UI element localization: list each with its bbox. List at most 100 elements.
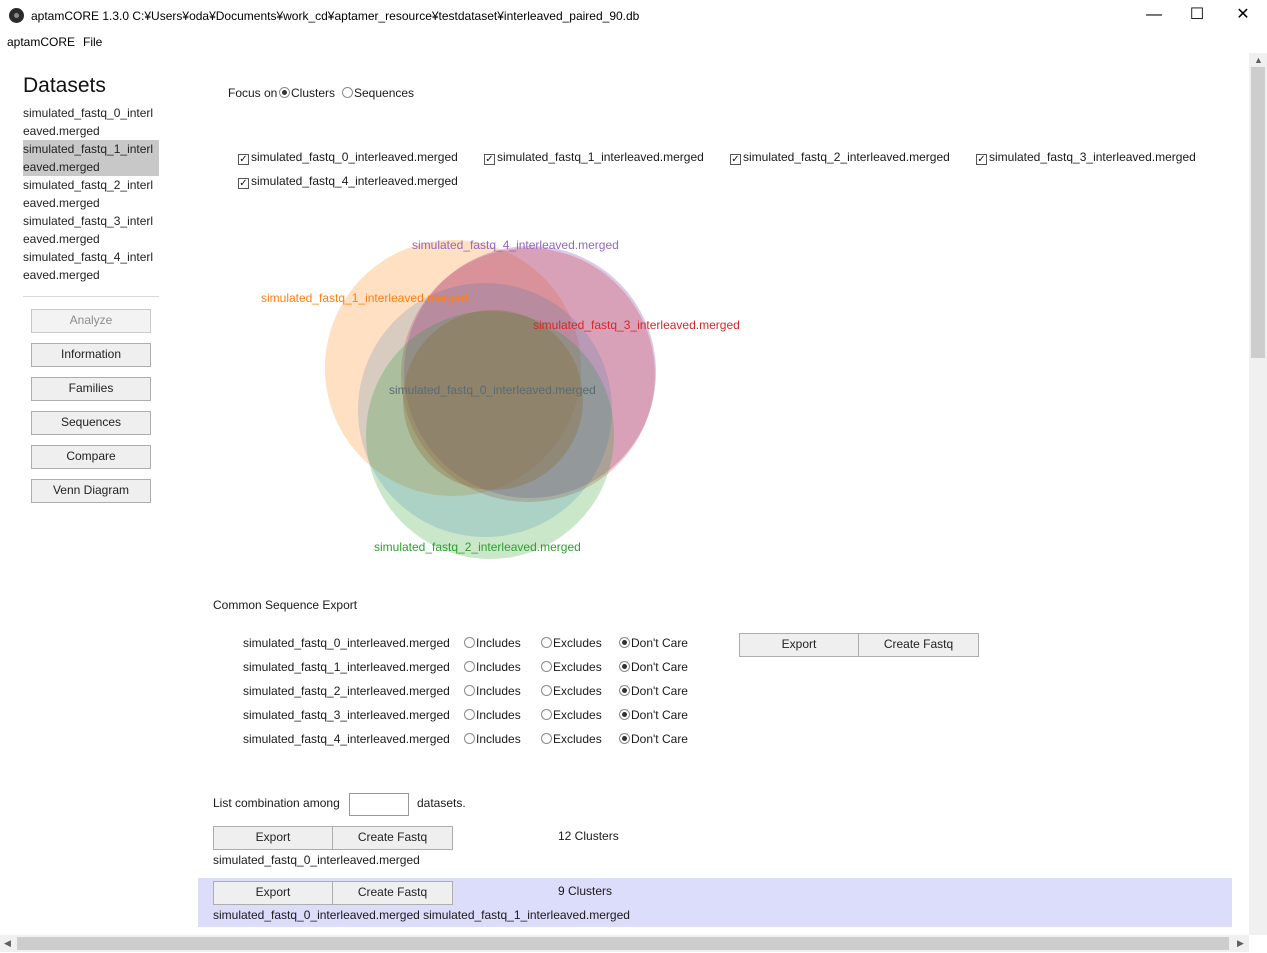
result-export-button[interactable]: Export (213, 826, 333, 850)
includes-radio[interactable]: Includes (464, 636, 521, 650)
dont-care-radio[interactable]: Don't Care (619, 732, 688, 746)
radio-icon (619, 661, 630, 672)
combination-count-input[interactable] (349, 793, 409, 816)
includes-radio[interactable]: Includes (464, 708, 521, 722)
dataset-checkbox-label: simulated_fastq_0_interleaved.merged (251, 150, 458, 164)
radio-icon (464, 733, 475, 744)
dataset-checkbox-label: simulated_fastq_2_interleaved.merged (743, 150, 950, 164)
export-row-label: simulated_fastq_2_interleaved.merged (243, 684, 450, 698)
families-button[interactable]: Families (31, 377, 151, 401)
includes-radio[interactable]: Includes (464, 684, 521, 698)
dataset-checkbox[interactable]: ✓ simulated_fastq_4_interleaved.merged (238, 174, 458, 189)
radio-icon (619, 709, 630, 720)
dont-care-radio[interactable]: Don't Care (619, 708, 688, 722)
venn-center (403, 310, 583, 490)
radio-icon (619, 733, 630, 744)
excludes-label: Excludes (553, 684, 602, 698)
menu-bar: aptamCORE File (0, 31, 1267, 53)
dataset-checkbox[interactable]: ✓ simulated_fastq_2_interleaved.merged (730, 150, 950, 165)
focus-clusters-radio[interactable]: Clusters (279, 86, 335, 100)
sidebar-divider (23, 296, 159, 297)
includes-label: Includes (476, 732, 521, 746)
dataset-checkbox[interactable]: ✓ simulated_fastq_3_interleaved.merged (976, 150, 1196, 165)
export-row-label: simulated_fastq_1_interleaved.merged (243, 660, 450, 674)
dataset-item-selected[interactable]: simulated_fastq_1_interleaved.merged (23, 140, 159, 176)
excludes-label: Excludes (553, 636, 602, 650)
focus-sequences-radio[interactable]: Sequences (342, 86, 414, 100)
radio-icon (541, 733, 552, 744)
excludes-label: Excludes (553, 708, 602, 722)
sequences-button[interactable]: Sequences (31, 411, 151, 435)
dataset-checkbox[interactable]: ✓ simulated_fastq_1_interleaved.merged (484, 150, 704, 165)
window-title: aptamCORE 1.3.0 C:¥Users¥oda¥Documents¥w… (31, 9, 640, 23)
result-create-fastq-button[interactable]: Create Fastq (332, 826, 453, 850)
excludes-radio[interactable]: Excludes (541, 636, 602, 650)
scroll-right-icon[interactable]: ▶ (1237, 938, 1244, 949)
excludes-radio[interactable]: Excludes (541, 660, 602, 674)
dont-care-radio[interactable]: Don't Care (619, 684, 688, 698)
dataset-item[interactable]: simulated_fastq_2_interleaved.merged (23, 176, 159, 212)
venn-label-1: simulated_fastq_1_interleaved.merged (261, 291, 468, 305)
vertical-scroll-thumb[interactable] (1251, 67, 1265, 358)
excludes-radio[interactable]: Excludes (541, 708, 602, 722)
dataset-checkbox-label: simulated_fastq_3_interleaved.merged (989, 150, 1196, 164)
result-create-fastq-button[interactable]: Create Fastq (332, 881, 453, 905)
result-datasets: simulated_fastq_0_interleaved.merged sim… (213, 908, 630, 922)
includes-radio[interactable]: Includes (464, 732, 521, 746)
radio-icon (464, 637, 475, 648)
includes-label: Includes (476, 684, 521, 698)
venn-label-3: simulated_fastq_3_interleaved.merged (533, 318, 740, 332)
radio-icon (464, 685, 475, 696)
information-button[interactable]: Information (31, 343, 151, 367)
excludes-radio[interactable]: Excludes (541, 684, 602, 698)
combination-label: List combination among (213, 796, 340, 810)
includes-radio[interactable]: Includes (464, 660, 521, 674)
dont-care-label: Don't Care (631, 660, 688, 674)
dataset-item[interactable]: simulated_fastq_0_interleaved.merged (23, 104, 159, 140)
vertical-scrollbar[interactable]: ▲ (1249, 53, 1267, 935)
maximize-button[interactable]: ☐ (1174, 0, 1220, 31)
datasets-heading: Datasets (23, 74, 106, 97)
result-export-button[interactable]: Export (213, 881, 333, 905)
radio-icon (464, 661, 475, 672)
venn-diagram-button[interactable]: Venn Diagram (31, 479, 151, 503)
horizontal-scrollbar[interactable]: ◀ ▶ (0, 935, 1249, 952)
common-create-fastq-button[interactable]: Create Fastq (858, 633, 979, 657)
radio-icon (541, 685, 552, 696)
focus-sequences-label: Sequences (354, 86, 415, 100)
scroll-up-icon[interactable]: ▲ (1254, 55, 1263, 65)
dataset-item[interactable]: simulated_fastq_4_interleaved.merged (23, 248, 159, 284)
radio-icon (541, 637, 552, 648)
result-datasets: simulated_fastq_0_interleaved.merged (213, 853, 420, 867)
checkmark-icon: ✓ (238, 154, 249, 165)
minimize-button[interactable]: — (1131, 0, 1177, 31)
export-row-label: simulated_fastq_3_interleaved.merged (243, 708, 450, 722)
close-button[interactable]: ✕ (1220, 0, 1266, 31)
result-count: 9 Clusters (558, 884, 613, 898)
common-export-button[interactable]: Export (739, 633, 859, 657)
common-export-heading: Common Sequence Export (213, 598, 358, 612)
radio-icon (464, 709, 475, 720)
dont-care-label: Don't Care (631, 708, 688, 722)
checkmark-icon: ✓ (730, 154, 741, 165)
menu-aptamcore[interactable]: aptamCORE (7, 35, 75, 49)
dataset-checkbox[interactable]: ✓ simulated_fastq_0_interleaved.merged (238, 150, 458, 165)
scroll-left-icon[interactable]: ◀ (4, 938, 11, 949)
compare-button[interactable]: Compare (31, 445, 151, 469)
horizontal-scroll-thumb[interactable] (17, 937, 1229, 950)
title-bar: aptamCORE 1.3.0 C:¥Users¥oda¥Documents¥w… (0, 0, 1267, 31)
dont-care-radio[interactable]: Don't Care (619, 636, 688, 650)
analyze-button[interactable]: Analyze (31, 309, 151, 333)
dont-care-label: Don't Care (631, 684, 688, 698)
menu-file[interactable]: File (83, 35, 102, 49)
checkmark-icon: ✓ (976, 154, 987, 165)
result-count: 12 Clusters (558, 829, 619, 843)
excludes-label: Excludes (553, 660, 602, 674)
dataset-item[interactable]: simulated_fastq_3_interleaved.merged (23, 212, 159, 248)
focus-label: Focus on (228, 86, 278, 100)
dataset-checkbox-label: simulated_fastq_1_interleaved.merged (497, 150, 704, 164)
radio-icon (619, 685, 630, 696)
includes-label: Includes (476, 636, 521, 650)
excludes-radio[interactable]: Excludes (541, 732, 602, 746)
dont-care-radio[interactable]: Don't Care (619, 660, 688, 674)
